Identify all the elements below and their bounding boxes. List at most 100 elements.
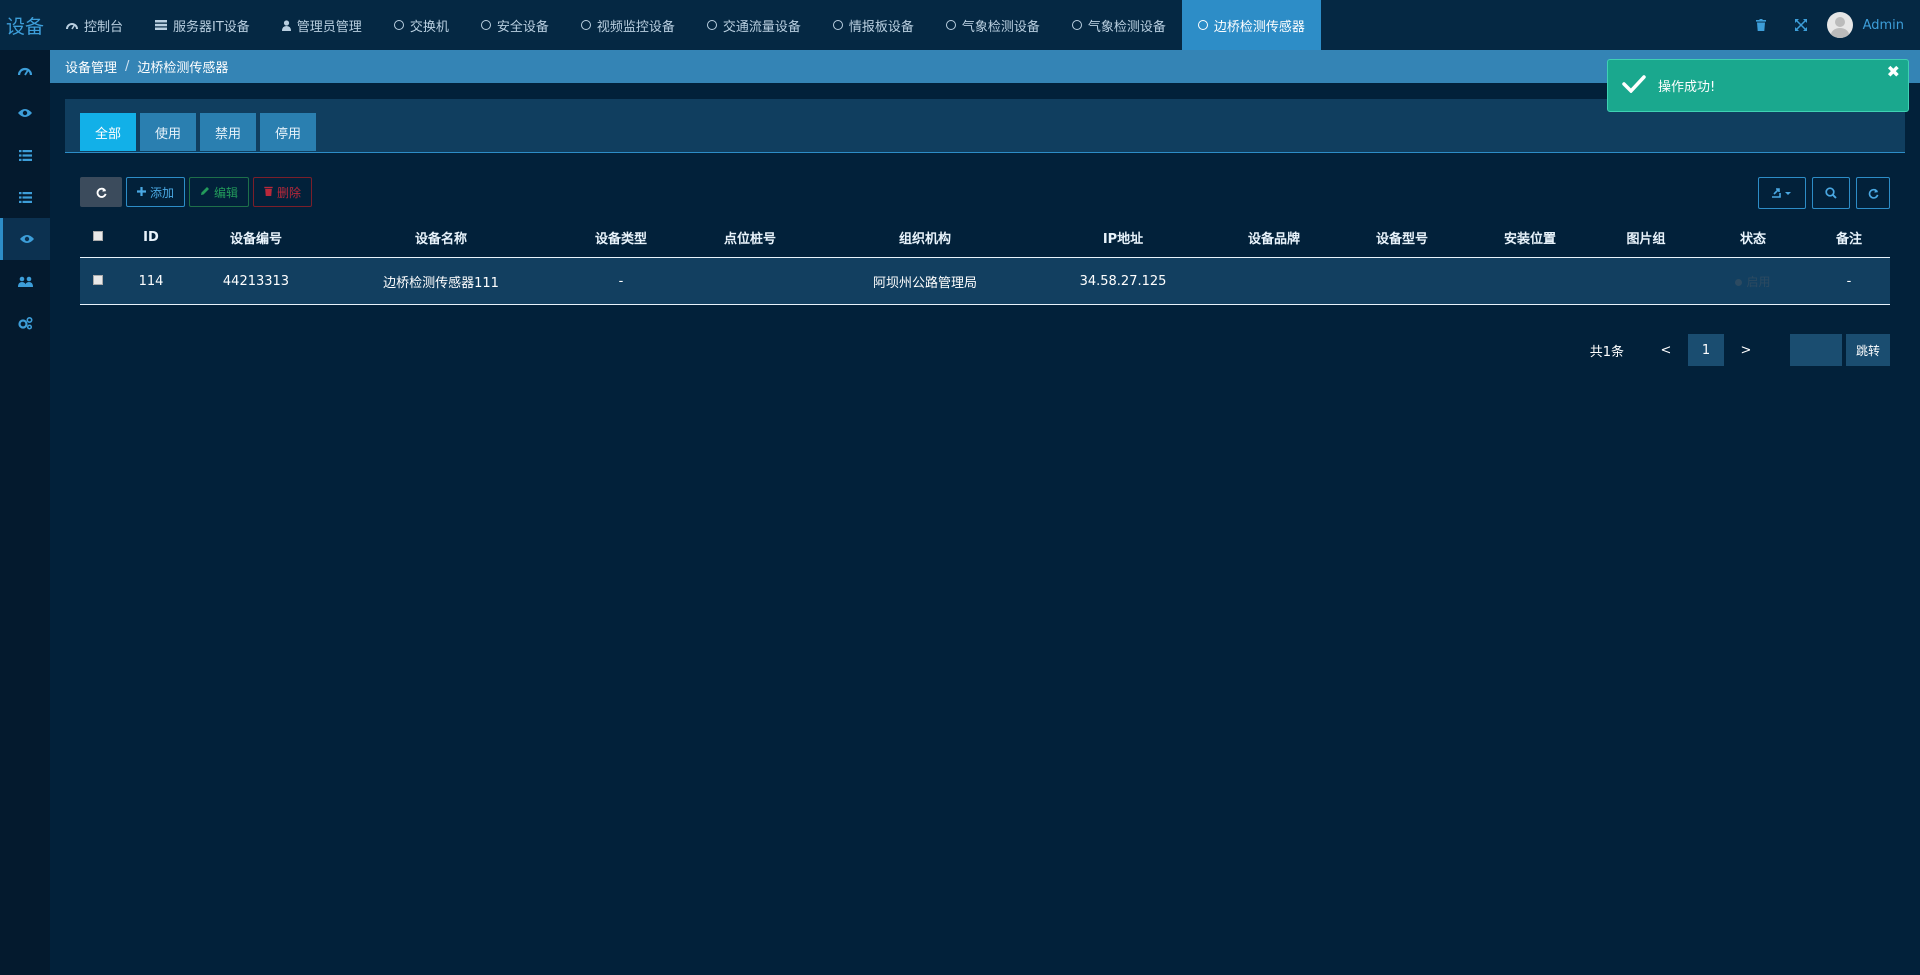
sidebar-item-monitor[interactable] [0,92,50,134]
col-model[interactable]: 设备型号 [1338,228,1466,247]
status-badge[interactable]: 启用 [1698,273,1808,290]
sidebar-item-settings[interactable] [0,302,50,344]
server-icon [155,20,168,30]
nav-tab-server[interactable]: 服务器IT设备 [139,0,266,50]
add-button-label: 添加 [150,185,175,200]
breadcrumb-current: 边桥检测传感器 [137,61,229,76]
circle-icon [1071,20,1082,30]
nav-tab-traffic[interactable]: 交通流量设备 [691,0,817,50]
sidebar-item-devices[interactable] [0,218,50,260]
circle-icon [706,20,717,30]
search-button[interactable] [1812,177,1850,209]
delete-button[interactable]: 删除 [253,177,313,207]
user-name: Admin [1862,17,1904,33]
nav-tab-label: 气象检测设备 [961,19,1040,35]
sidebar-item-list-2[interactable] [0,176,50,218]
col-stake[interactable]: 点位桩号 [686,228,814,247]
toolbar: 添加 编辑 删除 [80,177,316,207]
nav-tab-dashboard[interactable]: 控制台 [50,0,139,50]
reload-button[interactable] [1856,177,1890,209]
nav-tab-video[interactable]: 视频监控设备 [565,0,691,50]
cell-remark: - [1846,273,1852,289]
cell-org: 阿坝州公路管理局 [872,275,977,291]
nav-tab-label: 边桥检测传感器 [1213,19,1305,35]
check-icon [1622,74,1646,97]
search-icon [1825,187,1837,199]
circle-icon [945,20,956,30]
cell-ip: 34.58.27.125 [1079,273,1167,289]
pagination-total: 共1条 [1589,344,1624,360]
page-jump-input[interactable] [1789,334,1842,366]
nav-tab-weather-2[interactable]: 气象检测设备 [1056,0,1182,50]
col-code[interactable]: 设备编号 [186,228,326,247]
sidebar-item-users[interactable] [0,260,50,302]
cell-code: 44213313 [222,273,290,289]
next-page-button[interactable]: > [1728,334,1764,366]
toolbar-right [1752,177,1890,209]
nav-tab-weather-1[interactable]: 气象检测设备 [930,0,1056,50]
add-button[interactable]: 添加 [126,177,186,207]
sidebar-item-list-1[interactable] [0,134,50,176]
user-icon [281,19,291,31]
prev-page-button[interactable]: < [1648,334,1684,366]
sidebar-item-dashboard[interactable] [0,50,50,92]
eye-icon [19,235,34,243]
nav-tab-label: 控制台 [84,19,124,35]
nav-tab-bridge-sensor[interactable]: 边桥检测传感器 [1181,0,1321,50]
page-jump-button[interactable]: 跳转 [1845,334,1890,366]
tab-enabled[interactable]: 使用 [140,113,197,151]
breadcrumb-separator: / [125,59,130,74]
tab-all[interactable]: 全部 [80,113,137,151]
nav-tab-label: 视频监控设备 [596,19,675,35]
user-menu[interactable]: Admin [1826,12,1904,38]
col-id[interactable]: ID [116,230,186,245]
tab-stopped[interactable]: 停用 [260,113,317,151]
status-label: 启用 [1746,274,1771,289]
trash-icon[interactable] [1741,19,1781,31]
col-location[interactable]: 安装位置 [1466,228,1594,247]
col-status[interactable]: 状态 [1698,228,1808,247]
table-header: ID 设备编号 设备名称 设备类型 点位桩号 组织机构 IP地址 设备品牌 设备… [80,218,1890,258]
sidebar [0,50,50,975]
nav-tab-infoboard[interactable]: 情报板设备 [817,0,930,50]
top-nav: 设备 控制台 服务器IT设备 管理员管理 交换机 安全设备 视频监控设备 交通流… [0,0,1920,50]
tab-disabled[interactable]: 禁用 [200,113,257,151]
table-row[interactable]: 114 44213313 边桥检测传感器111 - 阿坝州公路管理局 34.58… [80,258,1890,305]
edit-button-label: 编辑 [214,185,239,200]
users-icon [17,276,33,287]
plus-icon [137,185,146,199]
pencil-icon [200,185,210,199]
page-number-button[interactable]: 1 [1687,334,1724,366]
col-brand[interactable]: 设备品牌 [1210,228,1338,247]
nav-tab-security[interactable]: 安全设备 [465,0,565,50]
nav-tabs: 控制台 服务器IT设备 管理员管理 交换机 安全设备 视频监控设备 交通流量设备… [50,0,1321,50]
select-all-checkbox[interactable] [80,230,116,245]
col-remark[interactable]: 备注 [1808,228,1890,247]
nav-tab-label: 管理员管理 [296,19,362,35]
col-org[interactable]: 组织机构 [814,228,1036,247]
col-images[interactable]: 图片组 [1594,228,1698,247]
export-button[interactable] [1758,177,1806,209]
col-name[interactable]: 设备名称 [326,228,556,247]
fullscreen-icon[interactable] [1781,19,1821,31]
breadcrumb-root[interactable]: 设备管理 [65,57,117,76]
export-icon [1772,188,1791,198]
nav-tab-switch[interactable]: 交换机 [378,0,465,50]
refresh-button[interactable] [80,177,122,207]
cell-type: - [618,273,624,289]
row-checkbox[interactable] [80,274,116,289]
gears-icon [17,316,32,330]
edit-button[interactable]: 编辑 [189,177,250,207]
close-icon[interactable]: ✖ [1887,62,1900,81]
list-icon [18,149,32,161]
success-toast: 操作成功! ✖ [1607,59,1909,112]
nav-tab-admin[interactable]: 管理员管理 [266,0,378,50]
cell-id: 114 [138,273,164,289]
col-type[interactable]: 设备类型 [556,228,686,247]
brand-logo[interactable]: 设备 [0,0,50,50]
nav-tab-label: 气象检测设备 [1087,19,1166,35]
circle-icon [832,20,843,30]
status-dot-icon [1735,278,1743,286]
circle-icon [480,20,491,30]
col-ip[interactable]: IP地址 [1036,228,1210,247]
